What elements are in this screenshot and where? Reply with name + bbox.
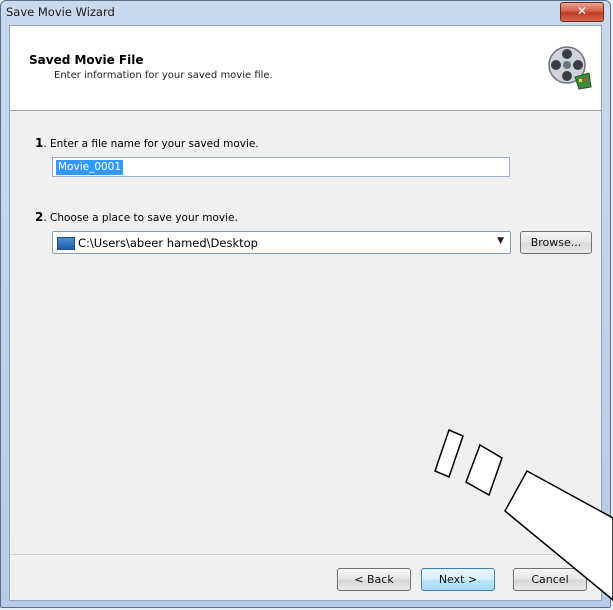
file-name-value: Movie_0001: [56, 160, 124, 175]
cancel-button[interactable]: Cancel: [513, 568, 587, 591]
step-1-text: Enter a file name for your saved movie.: [50, 138, 259, 150]
save-location-path: C:\Users\abeer hamed\Desktop: [78, 236, 258, 250]
close-icon: ✕: [576, 4, 588, 18]
step-2-label: 2. Choose a place to save your movie.: [35, 210, 238, 224]
window-title: Save Movie Wizard: [6, 5, 115, 19]
step-1-number: 1: [35, 136, 44, 150]
page-subtitle: Enter information for your saved movie f…: [54, 70, 273, 81]
save-movie-wizard-window: Save Movie Wizard ✕ Saved Movie File Ent…: [0, 0, 611, 608]
footer-divider: [10, 554, 601, 555]
chevron-down-icon[interactable]: ▼: [497, 236, 504, 246]
close-button[interactable]: ✕: [560, 2, 604, 22]
file-name-input[interactable]: Movie_0001: [52, 157, 510, 177]
browse-button[interactable]: Browse...: [520, 231, 592, 254]
step-2-number: 2: [35, 210, 44, 224]
step-1-label: 1. Enter a file name for your saved movi…: [35, 136, 259, 150]
step-2-text: Choose a place to save your movie.: [50, 212, 238, 224]
page-title: Saved Movie File: [29, 53, 144, 67]
save-location-dropdown[interactable]: C:\Users\abeer hamed\Desktop ▼: [52, 231, 511, 254]
wizard-client-area: Saved Movie File Enter information for y…: [9, 25, 602, 601]
film-reel-icon: [548, 46, 592, 90]
next-button[interactable]: Next >: [421, 568, 495, 591]
title-bar[interactable]: Save Movie Wizard ✕: [1, 1, 610, 23]
wizard-header: Saved Movie File Enter information for y…: [10, 26, 601, 111]
desktop-folder-icon: [57, 237, 75, 250]
back-button[interactable]: < Back: [337, 568, 411, 591]
